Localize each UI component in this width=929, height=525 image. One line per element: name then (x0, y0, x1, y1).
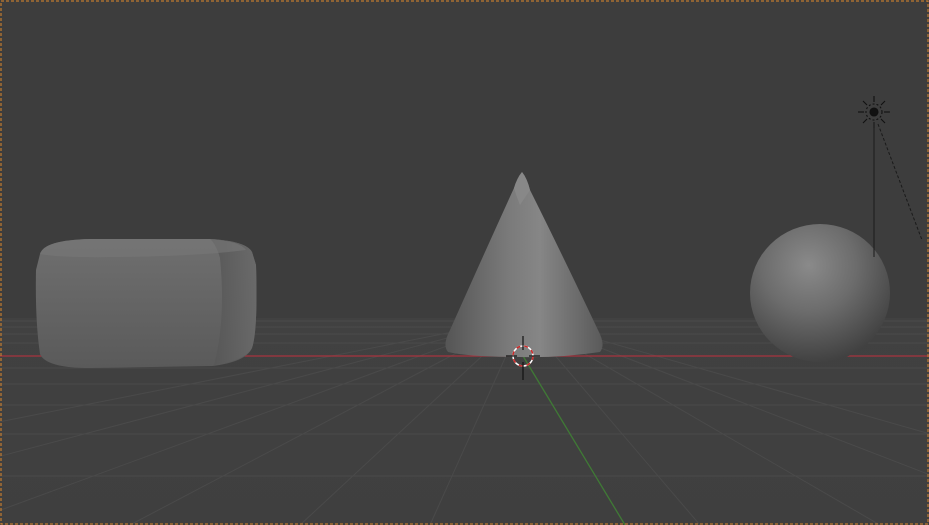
3d-viewport[interactable] (0, 0, 929, 525)
sphere-object[interactable] (750, 224, 890, 362)
box-object[interactable] (35, 239, 257, 368)
